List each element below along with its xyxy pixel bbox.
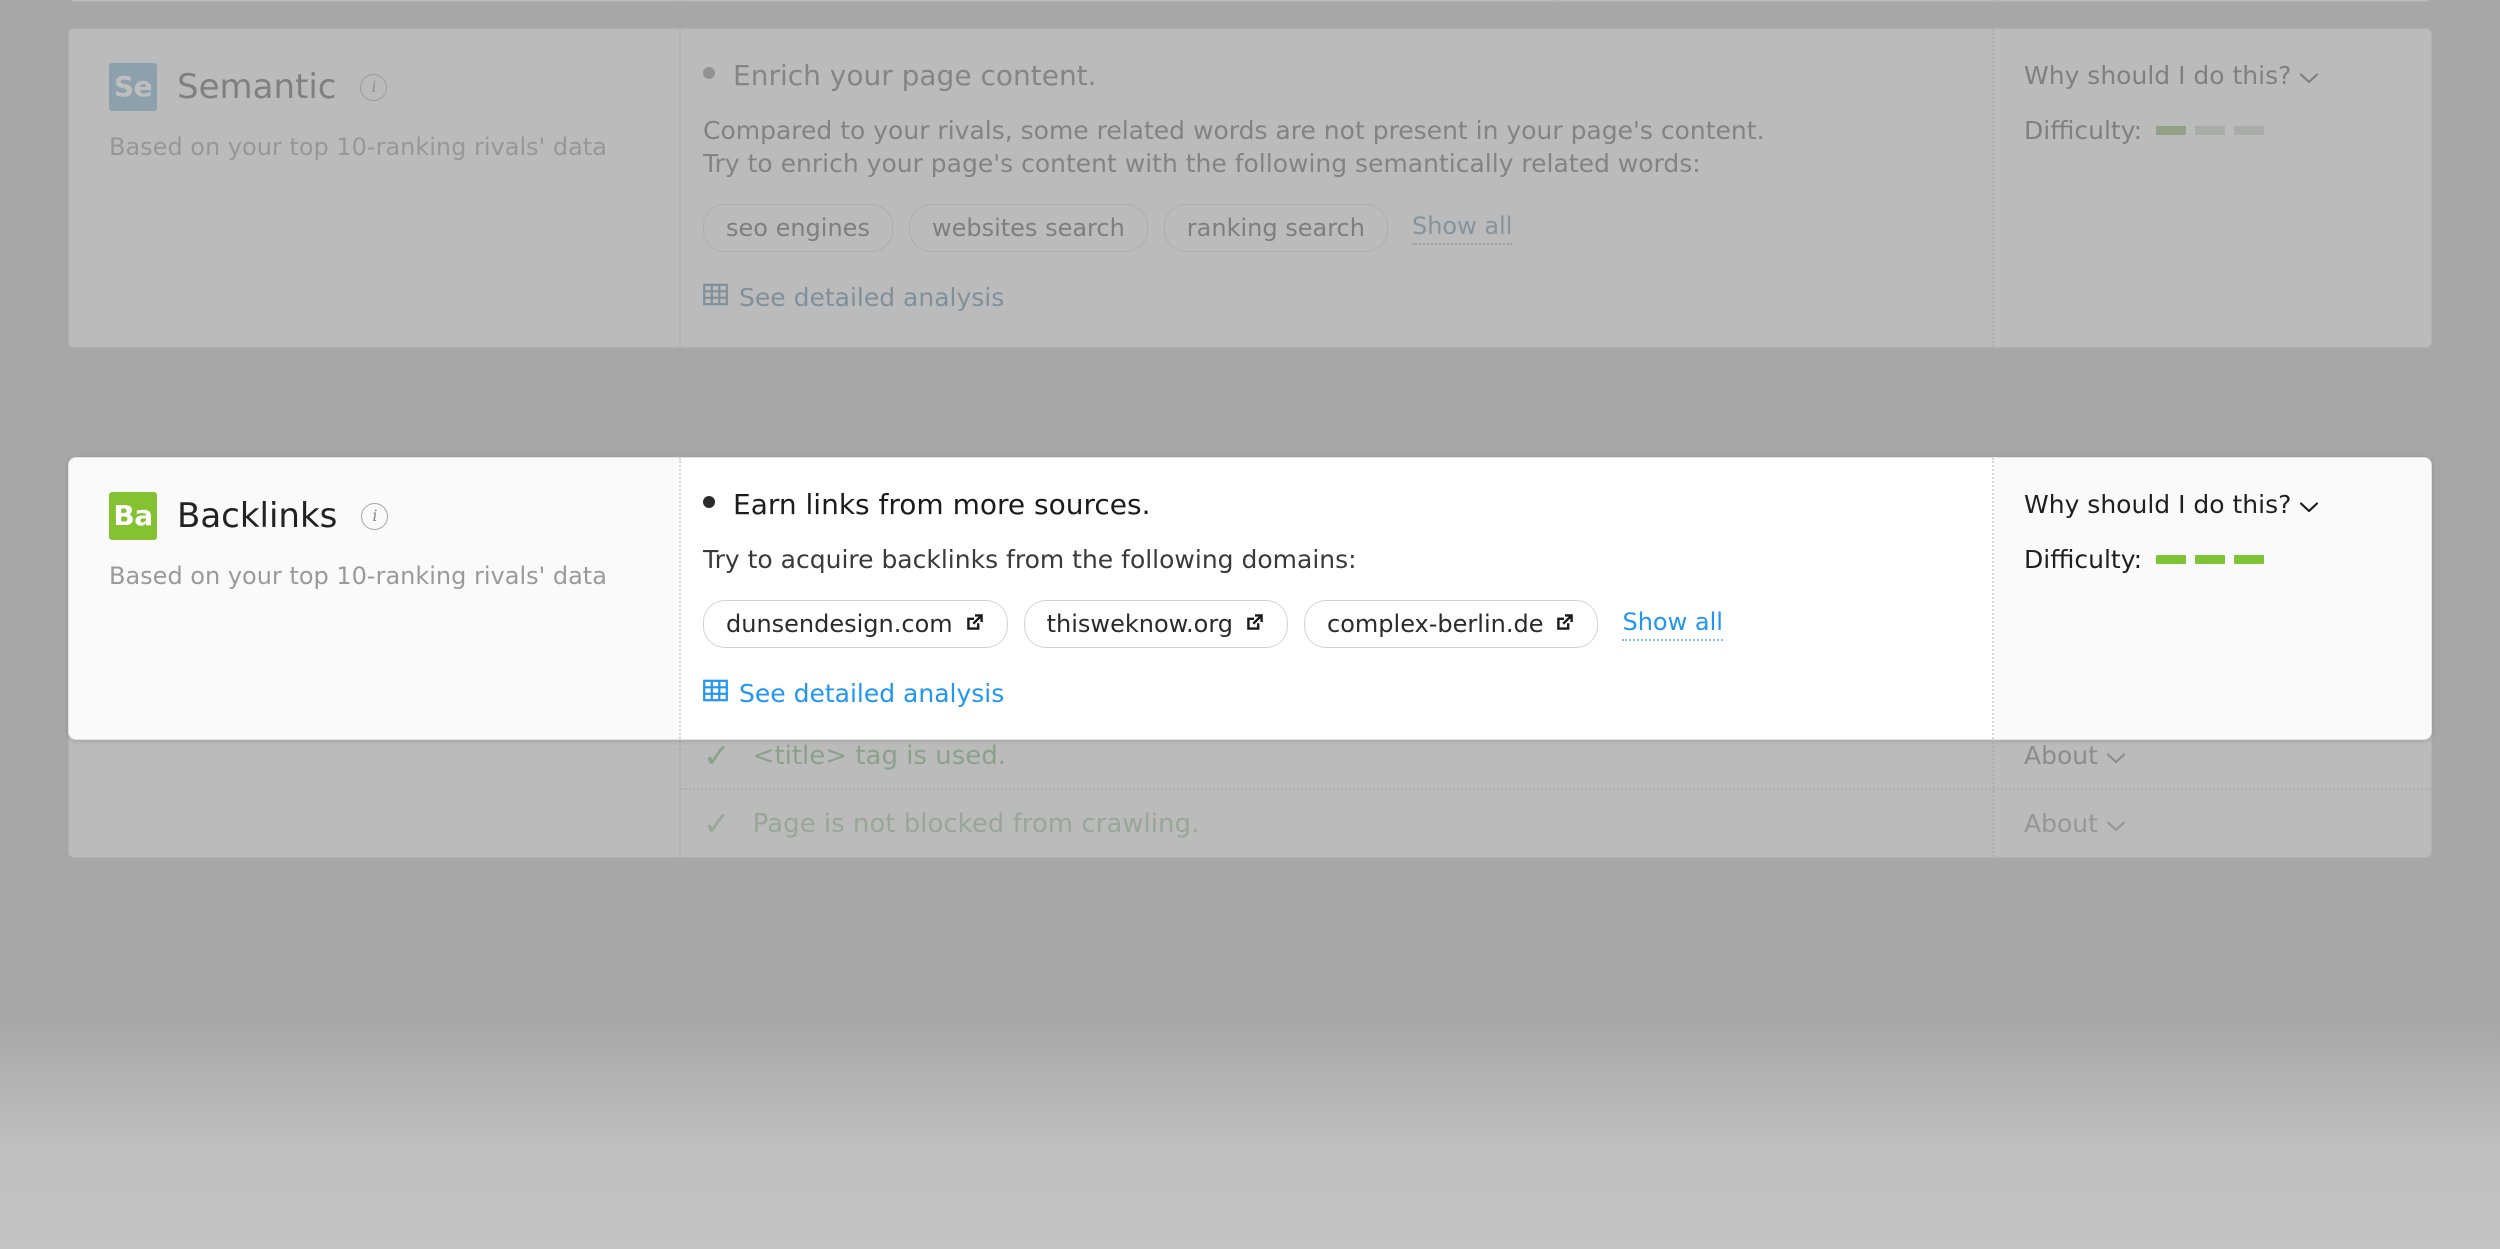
chevron-down-icon	[2300, 490, 2319, 519]
recommendation-paragraph: Compared to your rivals, some related wo…	[703, 114, 1952, 180]
why-should-i-do-this-toggle[interactable]: Why should I do this?	[2024, 61, 2431, 90]
recommendation-headline: Earn links from more sources.	[703, 488, 1952, 521]
category-badge-backlinks: Ba	[109, 492, 157, 540]
see-detailed-analysis-link[interactable]: See detailed analysis	[703, 678, 1952, 709]
check-row-main: ✓ Your title matches the title displayed…	[681, 0, 1555, 1]
about-dropdown[interactable]: About	[1994, 741, 2431, 770]
external-link-icon	[1555, 610, 1575, 638]
category-badge-semantic: Se	[109, 63, 157, 111]
check-icon: ✓	[703, 736, 731, 775]
keyword-chip-list: seo engines websites search ranking sear…	[703, 204, 1952, 252]
table-row: ✓ Your title matches the title displayed…	[681, 0, 1992, 1]
seo-section-card-semantic: Se Semantic i Based on your top 10-ranki…	[68, 28, 2432, 348]
show-all-link[interactable]: Show all	[1622, 608, 1723, 641]
info-icon[interactable]: i	[361, 502, 389, 530]
about-label: About	[2024, 741, 2098, 770]
check-row-label: <title> tag is used.	[752, 740, 1007, 771]
chevron-down-icon	[2106, 809, 2126, 838]
domain-chip-label: thisweknow.org	[1046, 610, 1234, 638]
check-row-list: ✓ Your title matches the title displayed…	[681, 0, 1992, 1]
category-title: Semantic	[177, 67, 337, 107]
see-detailed-analysis-link[interactable]: See detailed analysis	[703, 282, 1952, 313]
difficulty-bar	[2234, 126, 2265, 135]
chevron-down-icon	[2106, 741, 2126, 770]
category-subtitle: Based on your top 10-ranking rivals' dat…	[109, 562, 607, 590]
difficulty-bar	[2195, 126, 2226, 135]
recommendation-paragraph: Try to acquire backlinks from the follow…	[703, 543, 1952, 576]
category-header: Ba Backlinks i	[109, 492, 679, 540]
audit-page: ✓ Your title matches the title displayed…	[0, 0, 2500, 1249]
domain-chip-label: complex-berlin.de	[1327, 610, 1544, 638]
category-column-semantic: Se Semantic i Based on your top 10-ranki…	[69, 29, 681, 347]
recommendation-text: Enrich your page content.	[733, 59, 1097, 92]
recommendation-column-backlinks: Earn links from more sources. Try to acq…	[681, 458, 1994, 739]
domain-chip[interactable]: complex-berlin.de	[1304, 600, 1599, 648]
category-title: Backlinks	[177, 496, 338, 536]
check-row-label: Page is not blocked from crawling.	[752, 808, 1200, 839]
keyword-chip[interactable]: seo engines	[703, 204, 893, 252]
bullet-icon	[703, 496, 715, 508]
why-should-i-do-this-toggle[interactable]: Why should I do this?	[2024, 490, 2431, 519]
difficulty-bars	[2156, 126, 2265, 135]
why-column	[1994, 0, 2431, 1]
see-detailed-analysis-label: See detailed analysis	[739, 283, 1005, 312]
difficulty-indicator: Difficulty:	[2024, 116, 2431, 145]
table-row: ✓ Page is not blocked from crawling. Abo…	[681, 790, 2431, 857]
table-icon	[703, 282, 728, 313]
recommendation-text: Earn links from more sources.	[733, 488, 1151, 521]
show-all-link[interactable]: Show all	[1411, 212, 1513, 245]
domain-chip-list: dunsendesign.com thisweknow.org complex-…	[703, 600, 1952, 648]
see-detailed-analysis-label: See detailed analysis	[739, 679, 1005, 708]
recommendation-paragraph-line2: Try to enrich your page's content with t…	[703, 149, 1701, 178]
check-icon: ✓	[703, 804, 731, 843]
why-label: Why should I do this?	[2024, 61, 2292, 90]
difficulty-label: Difficulty:	[2024, 116, 2143, 145]
recommendation-paragraph-line1: Try to acquire backlinks from the follow…	[703, 545, 1357, 574]
recommendation-column-semantic: Enrich your page content. Compared to yo…	[681, 29, 1994, 347]
difficulty-bars	[2156, 555, 2265, 564]
table-icon	[703, 678, 728, 709]
recommendation-column: ✓ Your title matches the title displayed…	[681, 0, 1994, 1]
keyword-chip[interactable]: ranking search	[1163, 204, 1388, 252]
about-dropdown[interactable]: About	[1555, 0, 1992, 1]
about-dropdown[interactable]: About	[1994, 809, 2431, 838]
why-column-backlinks: Why should I do this? Difficulty:	[1994, 458, 2431, 739]
domain-chip-label: dunsendesign.com	[726, 610, 953, 638]
check-row-main: ✓ Page is not blocked from crawling.	[681, 790, 1994, 857]
external-link-icon	[1245, 610, 1265, 638]
seo-section-card-partial: ✓ Your title matches the title displayed…	[68, 0, 2432, 2]
chevron-down-icon	[2300, 61, 2319, 90]
why-label: Why should I do this?	[2024, 490, 2292, 519]
category-column	[69, 0, 681, 1]
recommendation-headline: Enrich your page content.	[703, 59, 1952, 92]
about-label: About	[2024, 809, 2098, 838]
difficulty-label: Difficulty:	[2024, 545, 2143, 574]
why-column-semantic: Why should I do this? Difficulty:	[1994, 29, 2431, 347]
category-column-backlinks: Ba Backlinks i Based on your top 10-rank…	[69, 458, 681, 739]
difficulty-bar	[2234, 555, 2265, 564]
difficulty-bar	[2156, 555, 2187, 564]
recommendation-paragraph-line1: Compared to your rivals, some related wo…	[703, 116, 1765, 145]
info-icon[interactable]: i	[360, 73, 388, 101]
domain-chip[interactable]: thisweknow.org	[1023, 600, 1289, 648]
keyword-chip[interactable]: websites search	[908, 204, 1148, 252]
difficulty-indicator: Difficulty:	[2024, 545, 2431, 574]
seo-section-card-backlinks: Ba Backlinks i Based on your top 10-rank…	[68, 457, 2432, 740]
category-subtitle: Based on your top 10-ranking rivals' dat…	[109, 133, 607, 161]
domain-chip[interactable]: dunsendesign.com	[703, 600, 1008, 648]
difficulty-bar	[2195, 555, 2226, 564]
bullet-icon	[703, 67, 715, 79]
category-header: Se Semantic i	[109, 63, 679, 111]
recommendation-body: Earn links from more sources. Try to acq…	[681, 458, 1992, 743]
external-link-icon	[965, 610, 985, 638]
difficulty-bar	[2156, 126, 2187, 135]
recommendation-body: Enrich your page content. Compared to yo…	[681, 29, 1992, 347]
